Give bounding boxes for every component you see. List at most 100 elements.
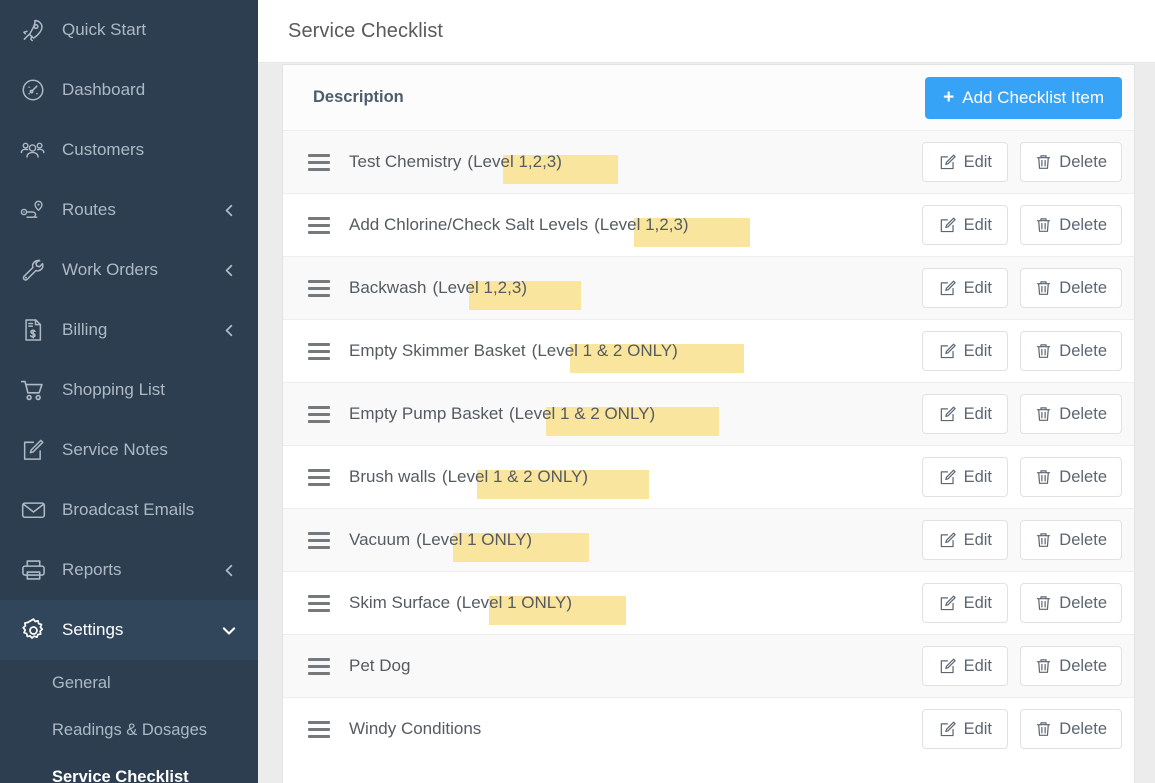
edit-button-label: Edit xyxy=(963,719,993,738)
sidebar-item-service-notes[interactable]: Service Notes xyxy=(0,420,258,480)
edit-button-label: Edit xyxy=(963,278,993,297)
chevron-down-icon xyxy=(222,623,236,637)
table-row: Pet Dog Edit Delete xyxy=(283,634,1134,697)
sidebar-item-shopping-list[interactable]: Shopping List xyxy=(0,360,258,420)
checklist-item-level: (Level 1 & 2 ONLY) xyxy=(441,467,589,486)
delete-button[interactable]: Delete xyxy=(1020,394,1122,434)
sidebar-item-dashboard[interactable]: Dashboard xyxy=(0,60,258,120)
delete-button-label: Delete xyxy=(1059,530,1107,549)
edit-button[interactable]: Edit xyxy=(922,457,1009,497)
sidebar-subitem-readings-dosages[interactable]: Readings & Dosages xyxy=(0,707,258,754)
edit-button[interactable]: Edit xyxy=(922,394,1009,434)
sidebar-subitem-service-checklist[interactable]: Service Checklist xyxy=(0,754,258,783)
row-actions: Edit Delete xyxy=(922,583,1122,623)
delete-button[interactable]: Delete xyxy=(1020,457,1122,497)
checklist-item-description: Add Chlorine/Check Salt Levels (Level 1,2… xyxy=(343,194,922,257)
edit-button[interactable]: Edit xyxy=(922,205,1009,245)
delete-button[interactable]: Delete xyxy=(1020,583,1122,623)
edit-button-label: Edit xyxy=(963,593,993,612)
row-actions: Edit Delete xyxy=(922,142,1122,182)
edit-button[interactable]: Edit xyxy=(922,142,1009,182)
edit-button[interactable]: Edit xyxy=(922,709,1009,749)
delete-button-label: Delete xyxy=(1059,152,1107,171)
drag-handle-icon[interactable] xyxy=(295,405,343,423)
delete-button[interactable]: Delete xyxy=(1020,142,1122,182)
sidebar-item-label: Quick Start xyxy=(62,20,147,39)
delete-button[interactable]: Delete xyxy=(1020,709,1122,749)
shopping-cart-icon xyxy=(18,375,48,405)
gauge-icon xyxy=(18,75,48,105)
drag-handle-icon[interactable] xyxy=(295,531,343,549)
edit-button[interactable]: Edit xyxy=(922,583,1009,623)
edit-button[interactable]: Edit xyxy=(922,331,1009,371)
edit-button[interactable]: Edit xyxy=(922,268,1009,308)
checklist-card: Description + Add Checklist Item Test Ch… xyxy=(282,64,1135,783)
edit-button-label: Edit xyxy=(963,215,993,234)
delete-button[interactable]: Delete xyxy=(1020,646,1122,686)
delete-button[interactable]: Delete xyxy=(1020,268,1122,308)
trash-icon xyxy=(1035,279,1052,297)
sidebar-item-billing[interactable]: Billing xyxy=(0,300,258,360)
edit-button-label: Edit xyxy=(963,467,993,486)
delete-button-label: Delete xyxy=(1059,593,1107,612)
table-row: Vacuum (Level 1 ONLY) Edit Delete xyxy=(283,508,1134,571)
row-actions: Edit Delete xyxy=(922,205,1122,245)
sidebar-item-routes[interactable]: Routes xyxy=(0,180,258,240)
checklist-item-text: Empty Pump Basket xyxy=(349,404,504,423)
drag-handle-icon[interactable] xyxy=(295,216,343,234)
sidebar-item-label: Broadcast Emails xyxy=(62,500,195,519)
delete-button[interactable]: Delete xyxy=(1020,331,1122,371)
drag-handle-icon[interactable] xyxy=(295,342,343,360)
sidebar-item-reports[interactable]: Reports xyxy=(0,540,258,600)
checklist-item-description: Test Chemistry (Level 1,2,3) xyxy=(343,131,922,194)
delete-button-label: Delete xyxy=(1059,467,1107,486)
row-actions: Edit Delete xyxy=(922,331,1122,371)
table-row: Windy Conditions Edit Delete xyxy=(283,697,1134,760)
trash-icon xyxy=(1035,720,1052,738)
checklist-item-level: (Level 1 ONLY) xyxy=(456,593,572,612)
checklist-table: Test Chemistry (Level 1,2,3) Edit Delete Add… xyxy=(283,130,1134,760)
row-actions: Edit Delete xyxy=(922,394,1122,434)
checklist-item-description: Windy Conditions xyxy=(343,698,922,761)
drag-handle-icon[interactable] xyxy=(295,468,343,486)
users-icon xyxy=(18,135,48,165)
sidebar-item-customers[interactable]: Customers xyxy=(0,120,258,180)
edit-button-label: Edit xyxy=(963,404,993,423)
sidebar-item-broadcast-emails[interactable]: Broadcast Emails xyxy=(0,480,258,540)
delete-button-label: Delete xyxy=(1059,719,1107,738)
checklist-item-description: Backwash (Level 1,2,3) xyxy=(343,257,922,320)
trash-icon xyxy=(1035,594,1052,612)
delete-button[interactable]: Delete xyxy=(1020,520,1122,560)
checklist-item-text: Test Chemistry xyxy=(349,152,462,171)
delete-button[interactable]: Delete xyxy=(1020,205,1122,245)
sidebar-item-quick-start[interactable]: Quick Start xyxy=(0,0,258,60)
sidebar-item-label: Routes xyxy=(62,200,116,219)
drag-handle-icon[interactable] xyxy=(295,279,343,297)
edit-button[interactable]: Edit xyxy=(922,520,1009,560)
column-header-description: Description xyxy=(313,88,404,106)
trash-icon xyxy=(1035,468,1052,486)
table-row: Empty Skimmer Basket (Level 1 & 2 ONLY) Ed… xyxy=(283,319,1134,382)
checklist-item-description: Empty Pump Basket (Level 1 & 2 ONLY) xyxy=(343,383,922,446)
add-checklist-item-button[interactable]: + Add Checklist Item xyxy=(925,76,1122,119)
table-row: Backwash (Level 1,2,3) Edit Delete xyxy=(283,256,1134,319)
note-pencil-icon xyxy=(18,435,48,465)
printer-icon xyxy=(18,555,48,585)
drag-handle-icon[interactable] xyxy=(295,657,343,675)
drag-handle-icon[interactable] xyxy=(295,720,343,738)
add-checklist-item-label: Add Checklist Item xyxy=(962,87,1104,107)
drag-handle-icon[interactable] xyxy=(295,153,343,171)
chevron-placeholder xyxy=(222,443,236,457)
checklist-item-text: Backwash xyxy=(349,278,427,297)
sidebar-subitem-general[interactable]: General xyxy=(0,660,258,707)
sidebar-item-work-orders[interactable]: Work Orders xyxy=(0,240,258,300)
edit-button[interactable]: Edit xyxy=(922,646,1009,686)
checklist-item-level: (Level 1 ONLY) xyxy=(416,530,533,549)
checklist-item-description: Brush walls (Level 1 & 2 ONLY) xyxy=(343,446,922,509)
sidebar-item-label: Shopping List xyxy=(62,380,166,399)
chevron-left-icon xyxy=(222,263,236,277)
drag-handle-icon[interactable] xyxy=(295,594,343,612)
sidebar-item-settings[interactable]: Settings xyxy=(0,600,258,660)
invoice-icon xyxy=(18,315,48,345)
envelope-icon xyxy=(18,495,48,525)
